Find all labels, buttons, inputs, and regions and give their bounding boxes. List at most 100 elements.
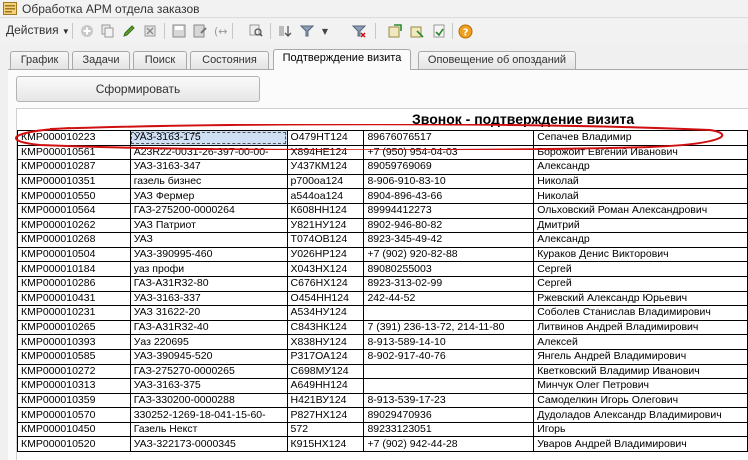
plate-cell[interactable]: Р827НХ124 [286,407,365,423]
phone-cell[interactable]: +7 (902) 942-44-28 [363,436,535,453]
vehicle-cell[interactable]: уаз профи [129,261,288,277]
client-name-cell[interactable]: Уваров Андрей Владимирович [533,436,748,453]
plate-cell[interactable]: а544оа124 [286,188,365,204]
vehicle-cell[interactable]: ГАЗ-А31R32-40 [129,319,288,336]
table-row[interactable]: КМР000010431 УАЗ-3163-337 О454НН124 242-44-… [17,290,748,307]
export-button[interactable] [408,22,426,40]
tab-visit-confirmation[interactable]: Подтверждение визита [273,49,411,70]
vehicle-cell[interactable]: ГАЗ-А31R32-80 [129,275,288,292]
delete-button[interactable] [141,22,159,40]
client-name-cell[interactable]: Александр [533,232,748,248]
client-name-cell[interactable]: Сергей [533,275,748,292]
phone-cell[interactable]: 89233123051 [363,421,535,438]
client-name-cell[interactable]: Кураков Денис Викторович [533,246,748,263]
phone-cell[interactable]: 242-44-52 [363,290,535,307]
edit-button[interactable] [120,22,138,40]
plate-cell[interactable]: Х894НЕ124 [286,144,365,161]
order-id-cell[interactable]: КМР000010287 [17,159,131,175]
phone-cell[interactable]: 8904-896-43-66 [363,188,535,204]
phone-cell[interactable]: 89059769069 [363,159,535,175]
order-id-cell[interactable]: КМР000010450 [17,421,131,438]
vehicle-cell[interactable]: УАЗ-3163-375 [129,378,288,394]
table-row[interactable]: КМР000010231 УАЗ 31622-20 А534НУ124 Соболев… [17,305,748,321]
client-name-cell[interactable]: Борожойт Евгений Иванович [533,144,748,161]
tab-search[interactable]: Поиск [133,51,187,69]
phone-cell[interactable]: 8923-345-49-42 [363,232,535,248]
phone-cell[interactable]: 8-906-910-83-10 [363,173,535,190]
plate-cell[interactable]: О454НН124 [286,290,365,307]
phone-cell[interactable]: 8902-946-80-82 [363,217,535,234]
order-id-cell[interactable]: КМР000010286 [17,275,131,292]
table-row[interactable]: КМР000010184 уаз профи Х043НХ124 8908025500… [17,261,748,277]
client-name-cell[interactable]: Литвинов Андрей Владимирович [533,319,748,336]
vehicle-cell[interactable]: газель бизнес [129,173,288,190]
vehicle-cell[interactable]: Газель Некст [129,421,288,438]
order-id-cell[interactable]: КМР000010272 [17,363,131,380]
order-id-cell[interactable]: КМР000010223 [17,130,131,146]
plate-cell[interactable]: У026НР124 [286,246,365,263]
add-button[interactable] [78,22,96,40]
vehicle-cell[interactable]: УАЗ-322173-0000345 [129,436,288,453]
tab-tasks[interactable]: Задачи [72,51,130,69]
client-name-cell[interactable]: Дудоладов Александр Владимирович [533,407,748,423]
client-name-cell[interactable]: Соболев Станислав Владимирович [533,305,748,321]
table-row[interactable]: КМР000010504 УАЗ-390995-460 У026НР124 +7 (9… [17,246,748,263]
table-row[interactable]: КМР000010223 УАЗ-3163-175 О479НТ124 8967607… [17,130,748,146]
clear-filter-button[interactable] [350,22,368,40]
tab-schedule[interactable]: График [10,51,69,69]
plate-cell[interactable]: р700оа124 [286,173,365,190]
order-id-cell[interactable]: КМР000010265 [17,319,131,336]
plate-cell[interactable]: С698МУ124 [286,363,365,380]
vehicle-cell[interactable]: УАЗ-3163-347 [129,159,288,175]
tab-states[interactable]: Состояния [190,51,269,69]
phone-cell[interactable]: 89080255003 [363,261,535,277]
plate-cell[interactable]: А649НН124 [286,378,365,394]
order-id-cell[interactable]: КМР000010561 [17,144,131,161]
vehicle-cell[interactable]: ГАЗ-275270-0000265 [129,363,288,380]
order-id-cell[interactable]: КМР000010550 [17,188,131,204]
vehicle-cell[interactable]: УАЗ Фермер [129,188,288,204]
search-button[interactable] [247,22,265,40]
link-button[interactable]: (↔) [212,22,230,40]
vehicle-cell[interactable]: Уаз 220695 [129,334,288,350]
order-id-cell[interactable]: КМР000010504 [17,246,131,263]
table-row[interactable]: КМР000010585 УАЗ-390945-520 Р317ОА124 8-902… [17,348,748,365]
table-row[interactable]: КМР000010550 УАЗ Фермер а544оа124 8904-896-… [17,188,748,204]
phone-cell[interactable] [363,305,535,321]
phone-cell[interactable]: 8-902-917-40-76 [363,348,535,365]
order-id-cell[interactable]: КМР000010570 [17,407,131,423]
order-id-cell[interactable]: КМР000010359 [17,392,131,409]
vehicle-cell[interactable]: ГАЗ-275200-0000264 [129,202,288,219]
plate-cell[interactable]: О479НТ124 [286,130,365,146]
order-id-cell[interactable]: КМР000010585 [17,348,131,365]
phone-cell[interactable]: 8-913-589-14-10 [363,334,535,350]
vehicle-cell[interactable]: УАЗ-3163-175 [129,130,288,146]
table-row[interactable]: КМР000010265 ГАЗ-А31R32-40 С843НК124 7 (391… [17,319,748,336]
phone-cell[interactable]: 89676076517 [363,130,535,146]
client-name-cell[interactable]: Николай [533,188,748,204]
plate-cell[interactable]: Т074ОВ124 [286,232,365,248]
table-row[interactable]: КМР000010262 УАЗ Патриот У821НУ124 8902-946… [17,217,748,234]
table-row[interactable]: КМР000010393 Уаз 220695 Х838НУ124 8-913-589… [17,334,748,350]
plate-cell[interactable]: А534НУ124 [286,305,365,321]
plate-cell[interactable]: С676НХ124 [286,275,365,292]
table-row[interactable]: КМР000010272 ГАЗ-275270-0000265 С698МУ124 К… [17,363,748,380]
client-name-cell[interactable]: Самоделкин Игорь Олегович [533,392,748,409]
table-row[interactable]: КМР000010450 Газель Некст 572 89233123051 И… [17,421,748,438]
vehicle-cell[interactable]: А23R22-0031-26-397-00-00- [129,144,288,161]
save-button[interactable] [170,22,188,40]
help-button[interactable]: ? [456,22,474,40]
vehicle-cell[interactable]: УАЗ-390945-520 [129,348,288,365]
table-row[interactable]: КМР000010351 газель бизнес р700оа124 8-906-… [17,173,748,190]
table-row[interactable]: КМР000010286 ГАЗ-А31R32-80 С676НХ124 8923-3… [17,275,748,292]
import-button[interactable] [386,22,404,40]
actions-menu[interactable]: Действия ▼ [3,22,73,40]
phone-cell[interactable]: +7 (902) 920-82-88 [363,246,535,263]
phone-cell[interactable] [363,363,535,380]
plate-cell[interactable]: У821НУ124 [286,217,365,234]
order-id-cell[interactable]: КМР000010268 [17,232,131,248]
phone-cell[interactable]: 89029470936 [363,407,535,423]
table-row[interactable]: КМР000010268 УАЗ Т074ОВ124 8923-345-49-42 А… [17,232,748,248]
client-name-cell[interactable]: Ольховский Роман Александрович [533,202,748,219]
vehicle-cell[interactable]: 330252-1269-18-041-15-60- [129,407,288,423]
